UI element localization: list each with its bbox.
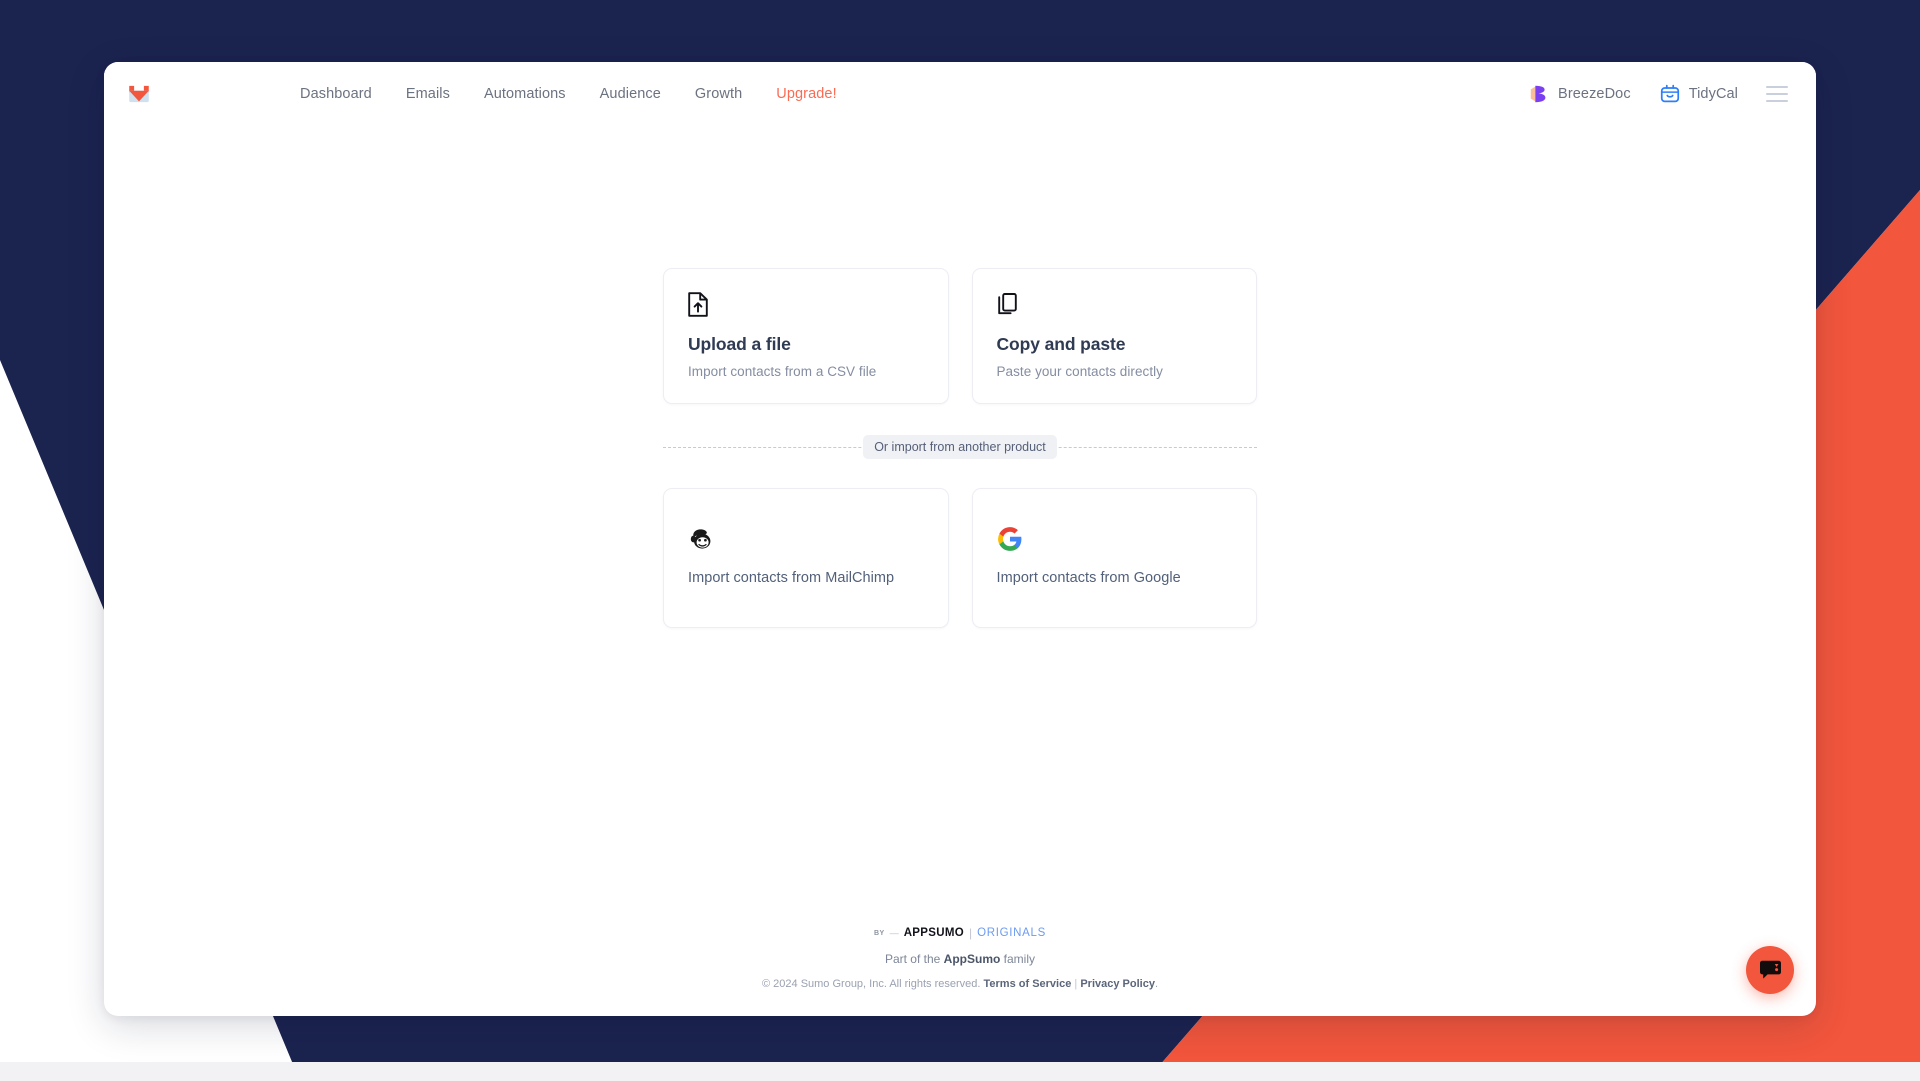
family-prefix: Part of the (884, 952, 944, 966)
terms-of-service-link[interactable]: Terms of Service (984, 978, 1072, 990)
top-navigation-bar: Dashboard Emails Automations Audience Gr… (104, 62, 1816, 126)
nav-link-audience[interactable]: Audience (583, 80, 678, 108)
copyright-text: © 2024 Sumo Group, Inc. All rights reser… (762, 978, 984, 990)
app-window: Dashboard Emails Automations Audience Gr… (104, 62, 1816, 1016)
mailchimp-icon (688, 526, 924, 552)
hamburger-line (1766, 93, 1788, 95)
tidycal-icon (1660, 84, 1679, 103)
nav-link-dashboard[interactable]: Dashboard (283, 80, 389, 108)
import-from-mailchimp-card[interactable]: Import contacts from MailChimp (663, 488, 949, 628)
appsumo-originals-badge: BY — APPSUMO | ORIGINALS (874, 926, 1046, 940)
copy-paste-subtitle: Paste your contacts directly (996, 364, 1163, 379)
file-upload-icon (688, 292, 924, 318)
product-label-tidycal: TidyCal (1688, 86, 1738, 102)
product-switcher: BreezeDoc TidyCal (1514, 77, 1790, 111)
import-from-google-label: Import contacts from Google (996, 569, 1181, 586)
import-from-mailchimp-label: Import contacts from MailChimp (688, 569, 895, 586)
upload-file-title: Upload a file (688, 334, 791, 354)
product-import-card-row: Import contacts from MailChimp Import co… (663, 488, 1257, 628)
appsumo-by-label: BY (873, 929, 885, 937)
chat-widget-button[interactable] (1746, 946, 1794, 994)
primary-nav-links: Dashboard Emails Automations Audience Gr… (283, 80, 854, 108)
appsumo-dash: — (889, 928, 899, 938)
product-link-breezedoc[interactable]: BreezeDoc (1514, 77, 1645, 111)
chat-bubble-icon (1759, 960, 1781, 979)
upload-file-card[interactable]: Upload a file Import contacts from a CSV… (663, 268, 949, 404)
copy-paste-title: Copy and paste (996, 334, 1126, 354)
hamburger-line (1766, 86, 1788, 88)
sendfox-logo-icon[interactable] (126, 81, 152, 107)
family-suffix: family (1000, 952, 1036, 966)
import-options-panel: Upload a file Import contacts from a CSV… (663, 268, 1257, 628)
main-content: Upload a file Import contacts from a CSV… (104, 126, 1816, 926)
product-label-breezedoc: BreezeDoc (1558, 86, 1631, 102)
upload-file-subtitle: Import contacts from a CSV file (688, 364, 877, 379)
nav-link-growth[interactable]: Growth (678, 80, 759, 108)
nav-link-emails[interactable]: Emails (389, 80, 467, 108)
primary-import-card-row: Upload a file Import contacts from a CSV… (663, 268, 1257, 404)
footer-family-line: Part of the AppSumo family (885, 952, 1035, 966)
product-link-tidycal[interactable]: TidyCal (1645, 77, 1752, 111)
appsumo-originals-label: ORIGINALS (977, 927, 1047, 939)
import-from-google-card[interactable]: Import contacts from Google (971, 488, 1257, 628)
breezedoc-icon (1530, 85, 1546, 103)
family-brand: AppSumo (943, 952, 1001, 966)
copy-paste-card[interactable]: Copy and paste Paste your contacts direc… (971, 268, 1257, 404)
footer-legal-line: © 2024 Sumo Group, Inc. All rights reser… (762, 978, 1158, 990)
nav-link-automations[interactable]: Automations (467, 80, 583, 108)
privacy-policy-link[interactable]: Privacy Policy (1080, 978, 1155, 990)
google-icon (997, 526, 1233, 552)
appsumo-pipe: | (968, 926, 973, 940)
app-footer: BY — APPSUMO | ORIGINALS Part of the App… (104, 926, 1816, 1016)
copy-paste-icon (997, 292, 1233, 318)
nav-link-upgrade[interactable]: Upgrade! (759, 80, 853, 108)
appsumo-wordmark: APPSUMO (903, 927, 964, 939)
divider-label: Or import from another product (863, 435, 1057, 459)
section-divider: Or import from another product (663, 435, 1257, 459)
hamburger-line (1766, 100, 1788, 102)
legal-separator: | (1071, 978, 1081, 990)
hamburger-menu-icon[interactable] (1766, 82, 1790, 106)
legal-period: . (1154, 978, 1158, 990)
